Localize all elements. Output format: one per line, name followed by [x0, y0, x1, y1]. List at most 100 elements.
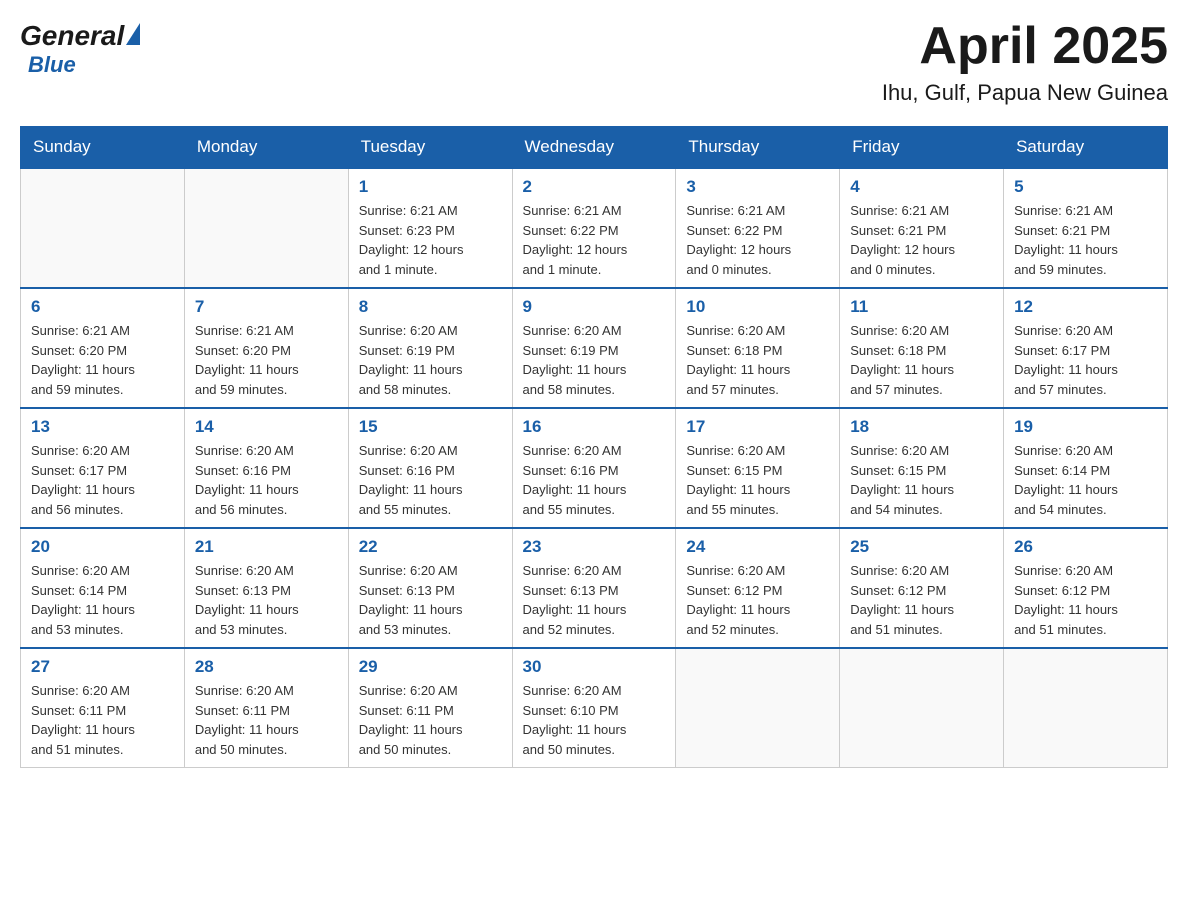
- day-number: 12: [1014, 297, 1157, 317]
- day-info: Sunrise: 6:21 AM Sunset: 6:21 PM Dayligh…: [850, 201, 993, 279]
- week-row-1: 1 Sunrise: 6:21 AM Sunset: 6:23 PM Daylig…: [21, 168, 1168, 288]
- day-number: 3: [686, 177, 829, 197]
- day-number: 9: [523, 297, 666, 317]
- day-info: Sunrise: 6:21 AM Sunset: 6:21 PM Dayligh…: [1014, 201, 1157, 279]
- calendar-cell: 13 Sunrise: 6:20 AM Sunset: 6:17 PM Dayli…: [21, 408, 185, 528]
- page-header: General Blue April 2025 Ihu, Gulf, Papua…: [20, 20, 1168, 106]
- calendar-cell: 6Sunrise: 6:21 AM Sunset: 6:20 PM Daylig…: [21, 288, 185, 408]
- day-info: Sunrise: 6:20 AM Sunset: 6:19 PM Dayligh…: [523, 321, 666, 399]
- day-info: Sunrise: 6:20 AM Sunset: 6:13 PM Dayligh…: [523, 561, 666, 639]
- day-info: Sunrise: 6:20 AM Sunset: 6:14 PM Dayligh…: [1014, 441, 1157, 519]
- day-info: Sunrise: 6:20 AM Sunset: 6:12 PM Dayligh…: [686, 561, 829, 639]
- day-info: Sunrise: 6:20 AM Sunset: 6:11 PM Dayligh…: [195, 681, 338, 759]
- calendar-cell: 22Sunrise: 6:20 AM Sunset: 6:13 PM Dayli…: [348, 528, 512, 648]
- calendar-cell: 14 Sunrise: 6:20 AM Sunset: 6:16 PM Dayli…: [184, 408, 348, 528]
- calendar-cell: 10 Sunrise: 6:20 AM Sunset: 6:18 PM Dayli…: [676, 288, 840, 408]
- calendar-cell: 8 Sunrise: 6:20 AM Sunset: 6:19 PM Daylig…: [348, 288, 512, 408]
- day-info: Sunrise: 6:21 AM Sunset: 6:23 PM Dayligh…: [359, 201, 502, 279]
- day-number: 4: [850, 177, 993, 197]
- day-info: Sunrise: 6:20 AM Sunset: 6:12 PM Dayligh…: [850, 561, 993, 639]
- day-number: 14: [195, 417, 338, 437]
- calendar-cell: 5 Sunrise: 6:21 AM Sunset: 6:21 PM Daylig…: [1004, 168, 1168, 288]
- calendar-cell: [1004, 648, 1168, 768]
- day-number: 10: [686, 297, 829, 317]
- calendar-cell: 11 Sunrise: 6:20 AM Sunset: 6:18 PM Dayli…: [840, 288, 1004, 408]
- calendar-cell: 18Sunrise: 6:20 AM Sunset: 6:15 PM Dayli…: [840, 408, 1004, 528]
- day-number: 5: [1014, 177, 1157, 197]
- calendar-header-row: SundayMondayTuesdayWednesdayThursdayFrid…: [21, 127, 1168, 169]
- calendar-cell: 1 Sunrise: 6:21 AM Sunset: 6:23 PM Daylig…: [348, 168, 512, 288]
- day-header-tuesday: Tuesday: [348, 127, 512, 169]
- calendar-cell: 25 Sunrise: 6:20 AM Sunset: 6:12 PM Dayli…: [840, 528, 1004, 648]
- week-row-3: 13 Sunrise: 6:20 AM Sunset: 6:17 PM Dayli…: [21, 408, 1168, 528]
- calendar-cell: 2 Sunrise: 6:21 AM Sunset: 6:22 PM Daylig…: [512, 168, 676, 288]
- day-number: 27: [31, 657, 174, 677]
- day-info: Sunrise: 6:20 AM Sunset: 6:13 PM Dayligh…: [359, 561, 502, 639]
- day-number: 26: [1014, 537, 1157, 557]
- day-info: Sunrise: 6:20 AM Sunset: 6:15 PM Dayligh…: [686, 441, 829, 519]
- day-number: 18: [850, 417, 993, 437]
- day-number: 13: [31, 417, 174, 437]
- calendar-cell: [21, 168, 185, 288]
- logo: General Blue: [20, 20, 140, 78]
- calendar-cell: 19 Sunrise: 6:20 AM Sunset: 6:14 PM Dayli…: [1004, 408, 1168, 528]
- calendar-cell: 9 Sunrise: 6:20 AM Sunset: 6:19 PM Daylig…: [512, 288, 676, 408]
- week-row-5: 27 Sunrise: 6:20 AM Sunset: 6:11 PM Dayli…: [21, 648, 1168, 768]
- day-number: 17: [686, 417, 829, 437]
- calendar-cell: 26 Sunrise: 6:20 AM Sunset: 6:12 PM Dayli…: [1004, 528, 1168, 648]
- day-number: 21: [195, 537, 338, 557]
- calendar-cell: 30 Sunrise: 6:20 AM Sunset: 6:10 PM Dayli…: [512, 648, 676, 768]
- day-info: Sunrise: 6:20 AM Sunset: 6:13 PM Dayligh…: [195, 561, 338, 639]
- day-info: Sunrise: 6:20 AM Sunset: 6:17 PM Dayligh…: [1014, 321, 1157, 399]
- calendar-cell: 7 Sunrise: 6:21 AM Sunset: 6:20 PM Daylig…: [184, 288, 348, 408]
- calendar-cell: 28 Sunrise: 6:20 AM Sunset: 6:11 PM Dayli…: [184, 648, 348, 768]
- day-header-saturday: Saturday: [1004, 127, 1168, 169]
- calendar-cell: [676, 648, 840, 768]
- week-row-4: 20Sunrise: 6:20 AM Sunset: 6:14 PM Dayli…: [21, 528, 1168, 648]
- calendar-cell: 27Sunrise: 6:20 AM Sunset: 6:11 PM Dayli…: [21, 648, 185, 768]
- day-info: Sunrise: 6:21 AM Sunset: 6:20 PM Dayligh…: [31, 321, 174, 399]
- day-info: Sunrise: 6:20 AM Sunset: 6:11 PM Dayligh…: [359, 681, 502, 759]
- day-info: Sunrise: 6:21 AM Sunset: 6:22 PM Dayligh…: [523, 201, 666, 279]
- day-number: 19: [1014, 417, 1157, 437]
- day-number: 11: [850, 297, 993, 317]
- day-info: Sunrise: 6:20 AM Sunset: 6:18 PM Dayligh…: [686, 321, 829, 399]
- day-number: 7: [195, 297, 338, 317]
- month-title: April 2025: [882, 20, 1168, 72]
- calendar-cell: 20Sunrise: 6:20 AM Sunset: 6:14 PM Dayli…: [21, 528, 185, 648]
- title-area: April 2025 Ihu, Gulf, Papua New Guinea: [882, 20, 1168, 106]
- day-info: Sunrise: 6:20 AM Sunset: 6:10 PM Dayligh…: [523, 681, 666, 759]
- day-info: Sunrise: 6:21 AM Sunset: 6:20 PM Dayligh…: [195, 321, 338, 399]
- day-info: Sunrise: 6:20 AM Sunset: 6:17 PM Dayligh…: [31, 441, 174, 519]
- day-number: 1: [359, 177, 502, 197]
- day-number: 28: [195, 657, 338, 677]
- day-number: 2: [523, 177, 666, 197]
- logo-blue-text: Blue: [28, 52, 76, 78]
- calendar-cell: 17 Sunrise: 6:20 AM Sunset: 6:15 PM Dayli…: [676, 408, 840, 528]
- day-header-monday: Monday: [184, 127, 348, 169]
- day-number: 25: [850, 537, 993, 557]
- calendar-table: SundayMondayTuesdayWednesdayThursdayFrid…: [20, 126, 1168, 768]
- day-info: Sunrise: 6:20 AM Sunset: 6:16 PM Dayligh…: [195, 441, 338, 519]
- day-number: 8: [359, 297, 502, 317]
- calendar-cell: 24Sunrise: 6:20 AM Sunset: 6:12 PM Dayli…: [676, 528, 840, 648]
- day-header-sunday: Sunday: [21, 127, 185, 169]
- day-header-wednesday: Wednesday: [512, 127, 676, 169]
- day-info: Sunrise: 6:20 AM Sunset: 6:16 PM Dayligh…: [359, 441, 502, 519]
- day-number: 16: [523, 417, 666, 437]
- day-info: Sunrise: 6:20 AM Sunset: 6:18 PM Dayligh…: [850, 321, 993, 399]
- logo-triangle-icon: [126, 23, 140, 45]
- day-header-friday: Friday: [840, 127, 1004, 169]
- day-info: Sunrise: 6:20 AM Sunset: 6:12 PM Dayligh…: [1014, 561, 1157, 639]
- day-number: 30: [523, 657, 666, 677]
- day-number: 29: [359, 657, 502, 677]
- calendar-cell: 29 Sunrise: 6:20 AM Sunset: 6:11 PM Dayli…: [348, 648, 512, 768]
- day-info: Sunrise: 6:20 AM Sunset: 6:19 PM Dayligh…: [359, 321, 502, 399]
- day-number: 20: [31, 537, 174, 557]
- calendar-cell: [840, 648, 1004, 768]
- week-row-2: 6Sunrise: 6:21 AM Sunset: 6:20 PM Daylig…: [21, 288, 1168, 408]
- day-info: Sunrise: 6:20 AM Sunset: 6:16 PM Dayligh…: [523, 441, 666, 519]
- calendar-cell: 3Sunrise: 6:21 AM Sunset: 6:22 PM Daylig…: [676, 168, 840, 288]
- calendar-cell: 16 Sunrise: 6:20 AM Sunset: 6:16 PM Dayli…: [512, 408, 676, 528]
- calendar-cell: 15Sunrise: 6:20 AM Sunset: 6:16 PM Dayli…: [348, 408, 512, 528]
